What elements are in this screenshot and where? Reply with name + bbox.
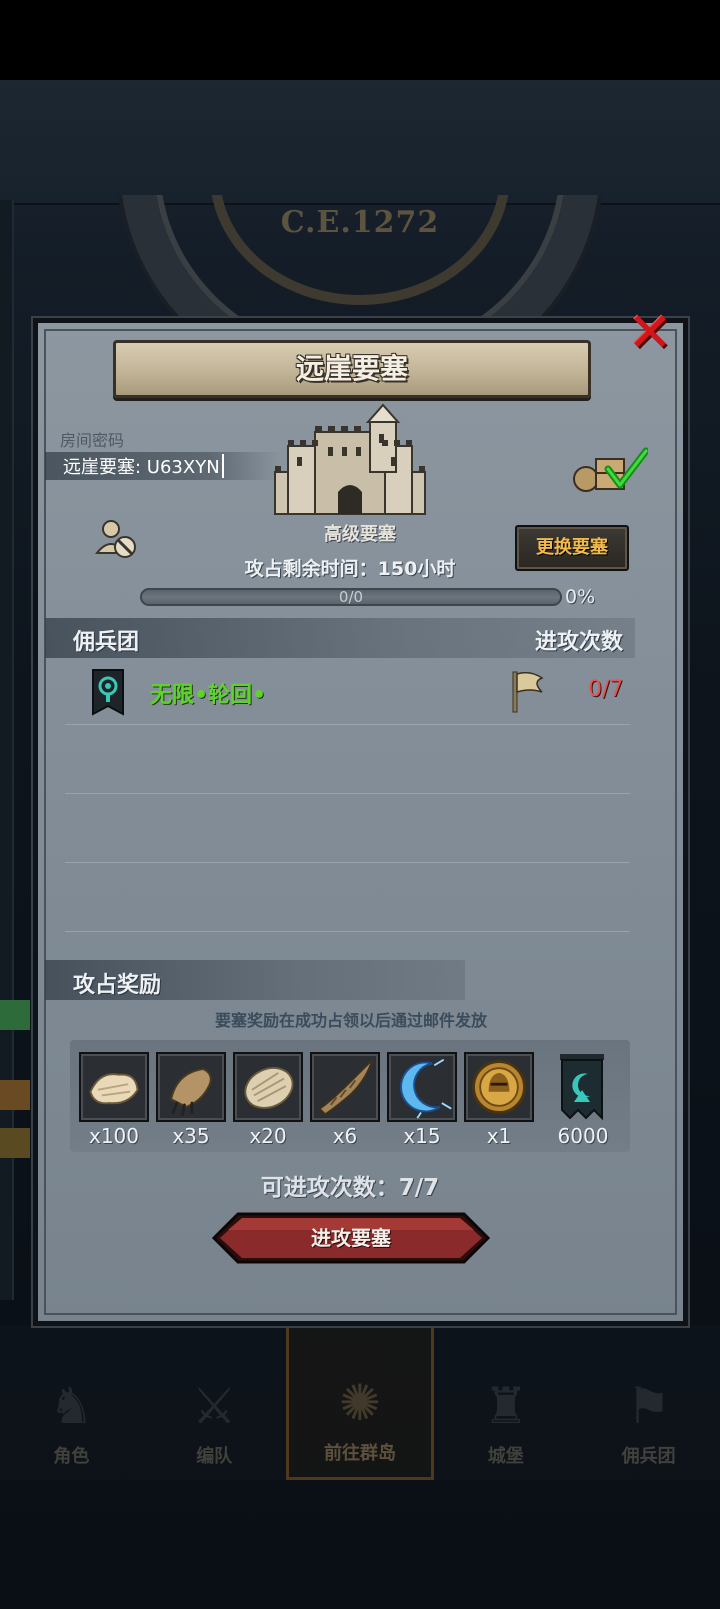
helmet-medal-icon[interactable] [464,1052,534,1122]
close-icon[interactable]: ✕ [622,305,678,361]
fur-icon[interactable] [233,1052,303,1122]
reward-qty: x35 [172,1124,210,1148]
bottom-nav: ♞ 角色 ⚔ 编队 ✺ 前往群岛 ♜ 城堡 ⚑ 佣兵团 [0,1325,720,1480]
mercenary-header: 佣兵团 [73,630,140,655]
guild-emblem-icon [92,669,124,716]
castle-icon [274,403,426,515]
character-icon: ♞ [48,1377,94,1435]
background-header [0,80,720,205]
mercenary-attack-count: 0/7 [588,677,624,702]
nav-label: 编队 [196,1446,233,1467]
attack-fortress-label: 进攻要塞 [311,1226,391,1250]
nav-label: 城堡 [487,1446,524,1467]
islands-icon: ✺ [339,1374,381,1432]
supply-check-icon[interactable] [570,447,648,493]
nav-label: 前往群岛 [323,1443,396,1464]
flag-icon [512,671,544,713]
mercenary-icon: ⚑ [626,1377,671,1435]
nav-label: 佣兵团 [621,1446,676,1467]
reward-qty: 6000 [557,1124,609,1148]
castle-icon: ♜ [483,1377,529,1435]
guild-banner-icon[interactable] [558,1052,606,1122]
nav-formation[interactable]: ⚔ 编队 [143,1325,286,1480]
attack-fortress-button[interactable]: 进攻要塞 [212,1212,490,1264]
nav-mercenary[interactable]: ⚑ 佣兵团 [577,1325,720,1480]
claw-icon[interactable] [156,1052,226,1122]
text-caret [222,454,224,478]
occupy-progress-bar: 0/0 [140,588,562,606]
room-password-value[interactable]: 远崖要塞: U63XYN [63,453,220,479]
status-bar [0,0,720,80]
reward-qty: x1 [486,1124,512,1148]
reward-qty: x6 [332,1124,358,1148]
row-divider [65,724,630,725]
nav-character[interactable]: ♞ 角色 [0,1325,143,1480]
progress-percent: 0% [565,586,596,608]
attack-count-header: 进攻次数 [535,630,624,655]
reward-qty: x20 [249,1124,287,1148]
progress-text: 0/0 [338,588,364,606]
reward-qty: x15 [403,1124,441,1148]
reward-qty: x100 [88,1124,139,1148]
title-banner: 远崖要塞 [113,340,591,398]
row-divider [65,931,630,932]
row-divider [65,862,630,863]
nav-islands[interactable]: ✺ 前往群岛 [285,1325,435,1480]
reward-note: 要塞奖励在成功占领以后通过邮件发放 [214,1011,487,1030]
horn-icon[interactable] [310,1052,380,1122]
side-chip-icon [0,1080,30,1110]
rewards-header: 攻占奖励 [73,973,162,998]
mercenary-name[interactable]: 无限•轮回• [150,677,266,709]
side-chip-icon [0,1128,30,1158]
dialog-title: 远崖要塞 [295,352,408,385]
crescent-rune-icon[interactable] [387,1052,457,1122]
nav-castle[interactable]: ♜ 城堡 [434,1325,577,1480]
row-divider [65,793,630,794]
nav-label: 角色 [53,1446,90,1467]
occupy-remaining-time: 攻占剩余时间：150小时 [244,558,456,580]
year-label: C.E.1272 [280,205,440,240]
available-attacks: 可进攻次数：7/7 [260,1175,440,1201]
room-password-label: 房间密码 [60,431,125,450]
formation-icon: ⚔ [191,1377,237,1435]
hide-icon[interactable] [79,1052,149,1122]
